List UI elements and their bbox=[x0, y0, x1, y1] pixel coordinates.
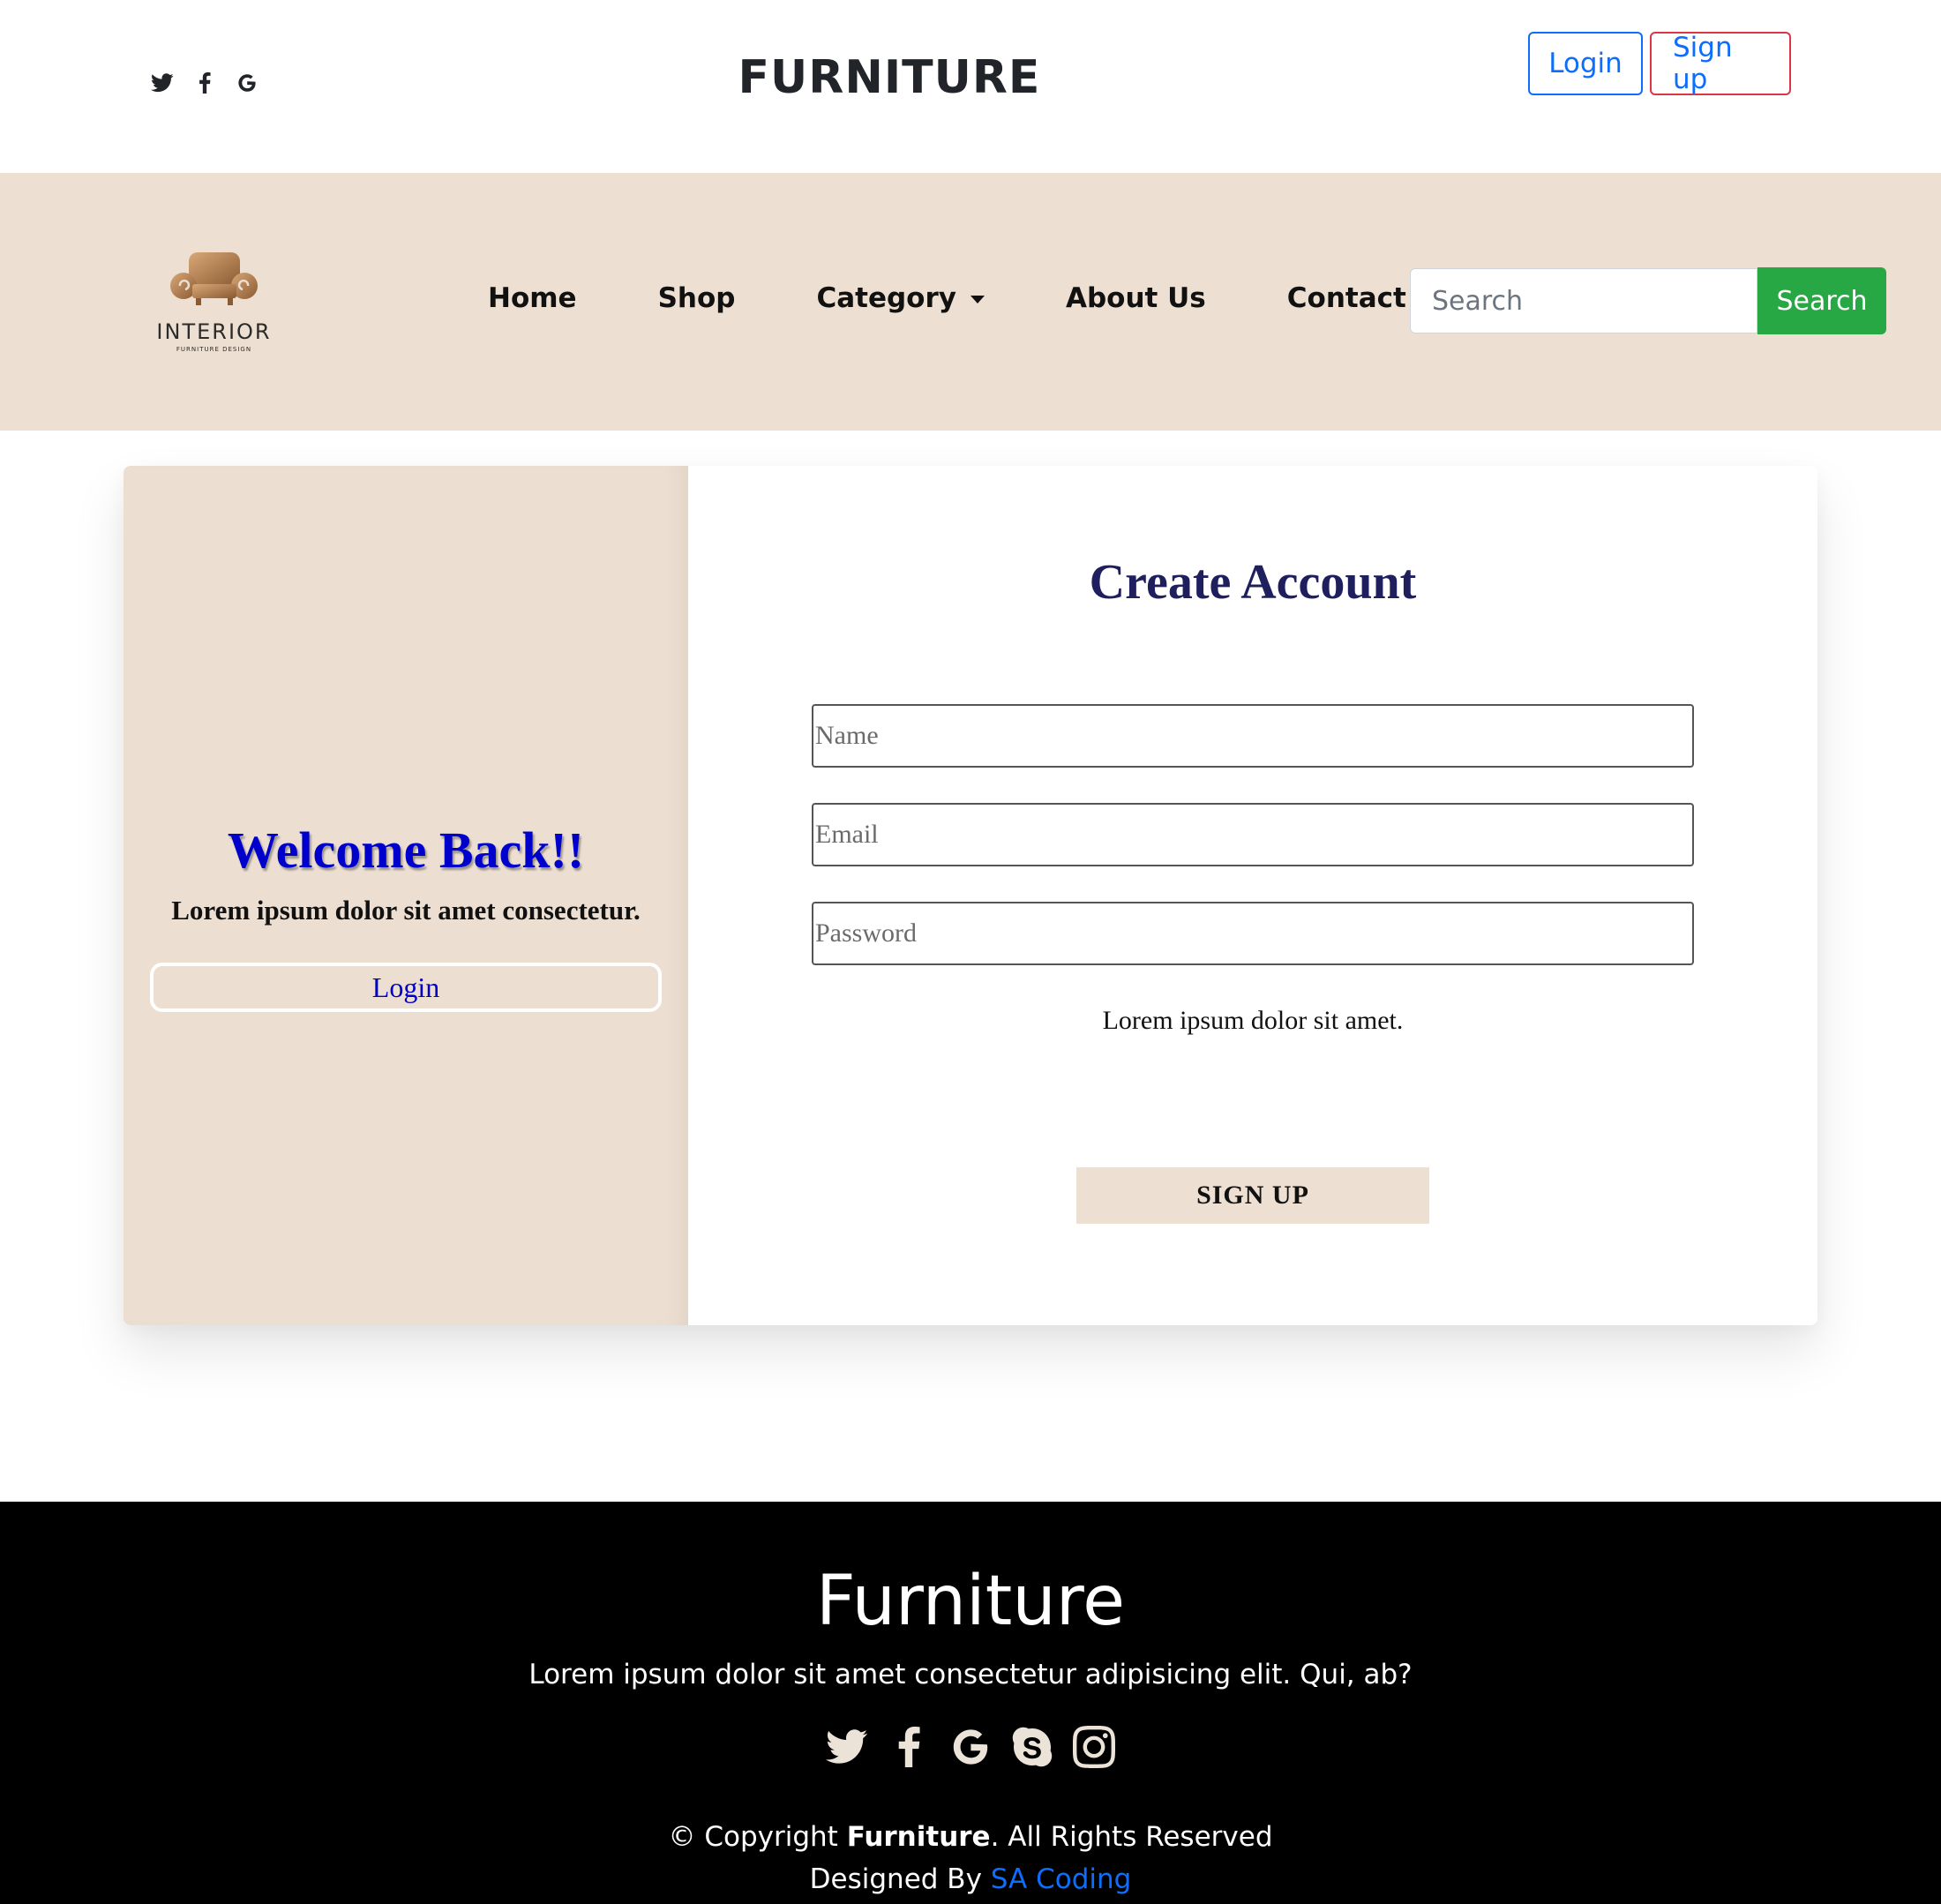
instagram-icon[interactable] bbox=[1073, 1726, 1115, 1768]
create-account-panel: Create Account Lorem ipsum dolor sit ame… bbox=[688, 466, 1817, 1325]
nav-shop[interactable]: Shop bbox=[658, 282, 736, 314]
signup-submit-button[interactable]: SIGN UP bbox=[1076, 1167, 1429, 1224]
copyright-brand: Furniture bbox=[846, 1821, 991, 1853]
welcome-panel: Welcome Back!! Lorem ipsum dolor sit ame… bbox=[124, 466, 688, 1325]
search-form: Search bbox=[1410, 267, 1886, 334]
brand-title: FURNITURE bbox=[738, 51, 1041, 104]
logo-subtitle: FURNITURE DESIGN bbox=[176, 346, 252, 353]
signup-card: Welcome Back!! Lorem ipsum dolor sit ame… bbox=[124, 466, 1817, 1325]
copyright-suffix: . All Rights Reserved bbox=[990, 1821, 1273, 1853]
footer-description: Lorem ipsum dolor sit amet consectetur a… bbox=[528, 1659, 1413, 1690]
search-button[interactable]: Search bbox=[1757, 267, 1886, 334]
footer-title: Furniture bbox=[815, 1562, 1126, 1641]
header-signup-button[interactable]: Sign up bbox=[1650, 32, 1791, 95]
google-icon[interactable] bbox=[949, 1726, 992, 1768]
nav-links: Home Shop Category About Us Contact Us bbox=[488, 282, 1454, 314]
password-field[interactable] bbox=[812, 902, 1694, 965]
nav-category-label: Category bbox=[816, 282, 956, 314]
create-account-title: Create Account bbox=[1089, 555, 1417, 610]
logo-name: INTERIOR bbox=[156, 319, 272, 344]
search-input[interactable] bbox=[1410, 268, 1757, 334]
facebook-icon[interactable] bbox=[888, 1726, 930, 1768]
twitter-icon[interactable] bbox=[826, 1726, 868, 1768]
form-note: Lorem ipsum dolor sit amet. bbox=[1102, 1006, 1404, 1035]
nav-about[interactable]: About Us bbox=[1066, 282, 1206, 314]
footer-designed-by: Designed By SA Coding bbox=[0, 1863, 1941, 1895]
auth-buttons: Login Sign up bbox=[1528, 32, 1791, 95]
welcome-title: Welcome Back!! bbox=[227, 821, 585, 879]
header-login-button[interactable]: Login bbox=[1528, 32, 1643, 95]
nav-category[interactable]: Category bbox=[816, 282, 985, 314]
welcome-login-button[interactable]: Login bbox=[150, 963, 662, 1012]
site-logo[interactable]: INTERIOR FURNITURE DESIGN bbox=[150, 245, 278, 356]
chevron-down-icon bbox=[970, 296, 985, 304]
name-field[interactable] bbox=[812, 704, 1694, 768]
welcome-subtitle: Lorem ipsum dolor sit amet consectetur. bbox=[171, 895, 641, 926]
top-header: FURNITURE Login Sign up bbox=[0, 0, 1941, 173]
designed-by-prefix: Designed By bbox=[809, 1863, 991, 1895]
skype-icon[interactable] bbox=[1011, 1726, 1053, 1768]
armchair-logo-icon bbox=[170, 252, 258, 305]
footer-copyright: © Copyright Furniture. All Rights Reserv… bbox=[0, 1821, 1941, 1853]
email-field[interactable] bbox=[812, 803, 1694, 866]
copyright-prefix: © Copyright bbox=[668, 1821, 847, 1853]
nav-home[interactable]: Home bbox=[488, 282, 577, 314]
main-navbar: INTERIOR FURNITURE DESIGN Home Shop Cate… bbox=[0, 173, 1941, 431]
designer-link[interactable]: SA Coding bbox=[991, 1863, 1132, 1895]
footer-social-links bbox=[0, 1726, 1941, 1768]
site-footer: Furniture Lorem ipsum dolor sit amet con… bbox=[0, 1502, 1941, 1904]
